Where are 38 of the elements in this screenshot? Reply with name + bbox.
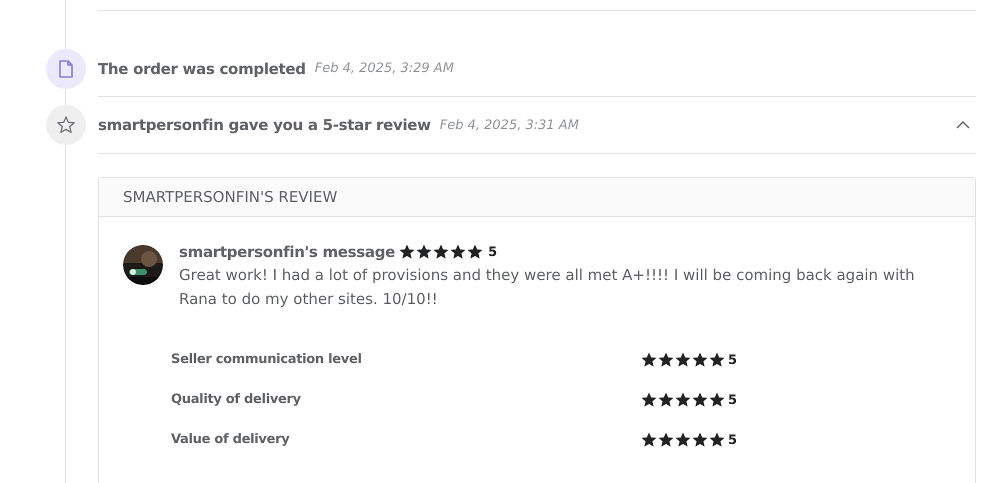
star-icon: [416, 244, 432, 260]
event-title: The order was completed: [98, 60, 306, 78]
star-icon: [709, 352, 725, 368]
star-icon: [658, 352, 674, 368]
rating-label: Value of delivery: [171, 431, 290, 449]
rating-score: 5: [728, 392, 738, 408]
star-icon: [433, 244, 450, 260]
star-icon: [450, 244, 466, 260]
rating-score: 5: [728, 432, 738, 448]
rating-score: 5: [728, 352, 738, 368]
chevron-icon: [956, 121, 970, 129]
rating-score: 5: [488, 244, 498, 260]
rating-label: Seller communication level: [171, 351, 363, 369]
star-icon: [641, 432, 657, 448]
collapse-button[interactable]: [956, 121, 970, 129]
star-icon: [692, 392, 708, 408]
star-icon: [709, 392, 725, 408]
message-author: smartpersonfin's message: [179, 243, 396, 261]
event-title: smartpersonfin gave you a 5-star review: [98, 116, 431, 134]
star-icon: [641, 352, 657, 368]
review-text: Great work! I had a lot of provisions and they were all met A+!!!! I will be coming back again with Rana to do my other sites. 10/10!!: [179, 265, 916, 310]
rating-label: Quality of delivery: [171, 391, 302, 409]
star-icon: [692, 352, 708, 368]
star-icon: [467, 244, 484, 260]
star-icon: [692, 432, 708, 448]
star-icon: [675, 432, 691, 448]
star-icon: [658, 432, 674, 448]
star-icon: [658, 392, 674, 408]
star-icon: [675, 352, 691, 368]
star-icon: [399, 244, 416, 260]
event-time: Feb 4, 2025, 3:31 AM: [440, 118, 579, 132]
star-icon: [675, 392, 691, 408]
star-icon: [56, 115, 76, 135]
event-time: Feb 4, 2025, 3:29 AM: [314, 61, 454, 76]
review-heading: SMARTPERSONFIN'S REVIEW: [99, 178, 975, 217]
star-icon: [641, 392, 657, 408]
star-icon: [709, 432, 725, 448]
document-icon: [58, 60, 74, 78]
